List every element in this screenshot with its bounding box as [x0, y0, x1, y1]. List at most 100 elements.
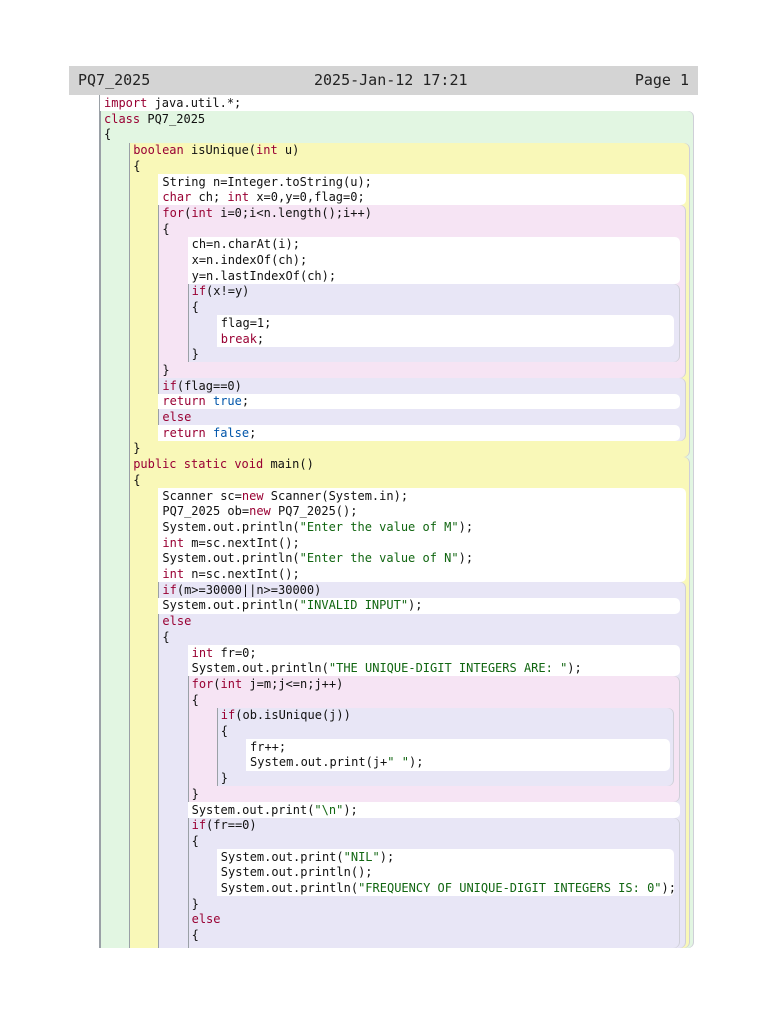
code-token: }: [191, 347, 199, 362]
code-token: );: [567, 661, 582, 676]
statements-block: [216, 315, 674, 347]
keyword-token: if: [162, 582, 177, 597]
code-line: {: [192, 927, 199, 943]
code-line: if(x!=y): [192, 283, 250, 299]
code-line: if(ob.isUnique(j)): [221, 707, 351, 723]
code-token: }: [220, 771, 229, 786]
keyword-token: return: [162, 394, 206, 409]
code-token: );: [661, 881, 676, 895]
code-token: ;: [249, 425, 257, 440]
code-token: {: [133, 158, 141, 173]
code-line: System.out.println();: [221, 864, 373, 880]
keyword-token: else: [162, 410, 192, 424]
code-line: return true;: [162, 393, 249, 409]
keyword-token: else: [162, 614, 192, 629]
code-line: break;: [221, 331, 264, 347]
code-token: }: [133, 441, 141, 456]
code-line: boolean isUnique(int u): [133, 142, 299, 158]
code-token: n=sc.nextInt();: [184, 567, 300, 581]
code-token: );: [408, 598, 423, 613]
code-line: else: [162, 613, 191, 629]
code-line: PQ7_2025 ob=new PQ7_2025();: [162, 503, 357, 519]
keyword-token: int: [256, 143, 278, 158]
code-token: (m>=30000||n>=30000): [176, 582, 322, 597]
keyword-token: char: [162, 190, 192, 205]
code-token: String n=Integer.toString(u);: [162, 174, 372, 189]
string-token: "NIL": [343, 849, 380, 864]
left-margin-line: [99, 95, 100, 948]
code-token: {: [191, 833, 199, 848]
code-token: {: [104, 127, 112, 142]
code-token: x=n.indexOf(ch);: [191, 253, 308, 267]
code-line: System.out.println("THE UNIQUE-DIGIT INT…: [192, 660, 582, 676]
code-token: );: [458, 519, 474, 534]
keyword-token: int: [191, 645, 214, 660]
code-line: class PQ7_2025: [104, 111, 205, 127]
keyword-token: public static void: [133, 457, 264, 472]
keyword-token: if: [220, 708, 236, 723]
code-token: (x!=y): [206, 284, 250, 299]
code-line: for(int i=0;i<n.length();i++): [162, 205, 372, 221]
keyword-token: int: [162, 567, 185, 581]
code-token: );: [379, 849, 395, 864]
code-token: fr++;: [250, 739, 287, 754]
code-line: }: [162, 362, 169, 378]
code-token: ch=n.charAt(i);: [191, 237, 300, 252]
code-token: y=n.lastIndexOf(ch);: [191, 268, 337, 283]
code-line: int n=sc.nextInt();: [162, 566, 299, 582]
code-line: if(flag==0): [162, 378, 241, 394]
code-listing: import java.util.*; class PQ7_2025{boolea…: [0, 0, 768, 1024]
keyword-token: new: [249, 504, 271, 519]
code-token: );: [343, 802, 358, 817]
code-line: }: [221, 770, 228, 786]
code-token: System.out.print(: [191, 802, 315, 817]
code-token: x=0,y=0,flag=0;: [249, 190, 365, 205]
code-line: System.out.print("NIL");: [221, 849, 394, 865]
string-token: "INVALID INPUT": [299, 598, 409, 613]
code-line: ch=n.charAt(i);: [192, 236, 300, 252]
code-line: x=n.indexOf(ch);: [192, 252, 308, 268]
code-line: System.out.print("\n");: [192, 802, 358, 818]
code-line: System.out.println("INVALID INPUT");: [162, 597, 422, 613]
keyword-token: int: [191, 205, 213, 220]
code-token: isUnique(: [183, 143, 257, 158]
code-token: ch;: [191, 190, 228, 205]
code-line: {: [192, 299, 199, 315]
code-token: ;: [241, 394, 250, 409]
code-line: int fr=0;: [192, 645, 257, 661]
code-token: {: [191, 692, 199, 707]
code-token: {: [220, 724, 229, 738]
keyword-token: new: [241, 488, 264, 503]
code-token: (fr==0): [206, 818, 257, 833]
code-token: {: [162, 221, 170, 236]
code-token: );: [408, 755, 424, 770]
code-line: System.out.println("Enter the value of M…: [162, 519, 473, 535]
code-token: (flag==0): [176, 378, 242, 393]
code-token: main(): [263, 457, 314, 472]
keyword-token: if: [191, 284, 207, 299]
literal-token: true: [212, 394, 242, 409]
code-line: public static void main(): [133, 456, 314, 472]
code-line: System.out.println("Enter the value of N…: [162, 550, 473, 566]
code-token: System.out.println(: [220, 881, 359, 895]
code-line: }: [192, 786, 199, 802]
code-token: Scanner sc=: [162, 488, 242, 503]
keyword-token: if: [191, 818, 207, 833]
code-token: System.out.println(: [162, 519, 300, 534]
code-line: System.out.println("FREQUENCY OF UNIQUE-…: [221, 880, 676, 896]
keyword-token: for: [162, 205, 185, 220]
code-line: char ch; int x=0,y=0,flag=0;: [162, 189, 364, 205]
code-token: u): [277, 143, 300, 158]
code-line: {: [104, 126, 111, 142]
code-token: ;: [256, 331, 265, 346]
code-token: }: [162, 362, 170, 377]
keyword-token: for: [191, 676, 214, 691]
code-token: fr=0;: [213, 645, 257, 660]
string-token: "FREQUENCY OF UNIQUE-DIGIT INTEGERS IS: …: [358, 881, 662, 895]
string-token: "Enter the value of N": [299, 551, 459, 566]
keyword-token: if: [162, 378, 177, 393]
code-token: {: [191, 300, 199, 315]
code-line: {: [192, 692, 199, 708]
